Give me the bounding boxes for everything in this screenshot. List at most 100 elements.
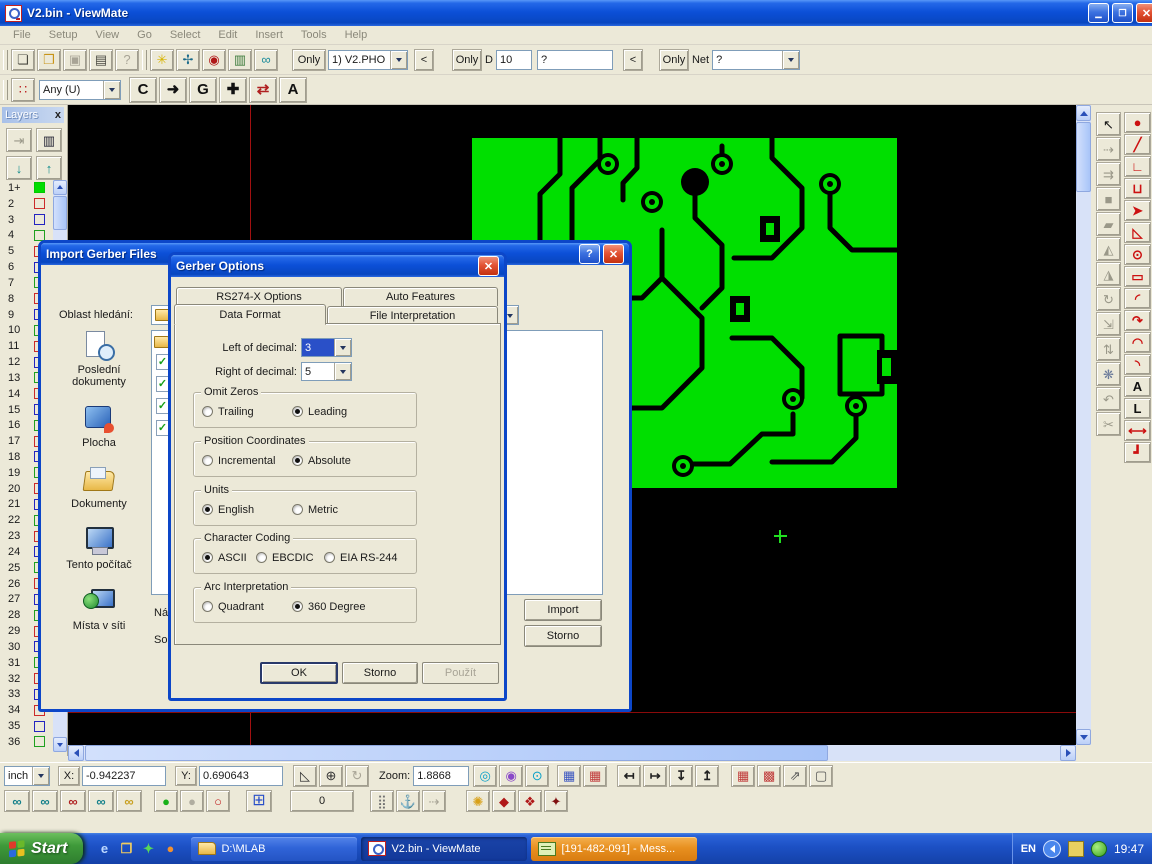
view-outline-icon[interactable]: ∞ — [88, 790, 114, 812]
place-computer[interactable]: Tento počítač — [53, 526, 145, 571]
task-explorer[interactable]: D:\MLAB — [191, 837, 357, 861]
menu-item[interactable]: Go — [128, 29, 161, 41]
chevron-down-icon[interactable] — [103, 81, 120, 99]
radio-trailing[interactable]: Trailing — [202, 405, 254, 418]
scroll-left-button[interactable] — [68, 745, 84, 761]
close-icon[interactable]: x — [55, 109, 61, 121]
radio-ascii[interactable]: ASCII — [202, 551, 247, 564]
net-only-button[interactable]: Only — [659, 49, 689, 71]
jump-ref-icon[interactable]: ⇢ — [422, 790, 446, 812]
storno-button[interactable]: Storno — [524, 625, 602, 647]
layer-row[interactable]: 36 — [2, 734, 52, 750]
radio-quadrant[interactable]: Quadrant — [202, 600, 264, 613]
layers-scroll-thumb[interactable] — [53, 196, 67, 230]
draw-target-tool[interactable]: ⊙ — [1124, 244, 1151, 265]
import-button[interactable]: Import — [524, 599, 602, 621]
dcode-swap-tool[interactable]: ⇄ — [249, 77, 277, 103]
storno-button[interactable]: Storno — [342, 662, 418, 684]
chevron-down-icon[interactable] — [782, 51, 799, 69]
angle-measure-icon[interactable]: ◺ — [293, 765, 317, 787]
select-dcode-button[interactable]: ∷ — [11, 78, 35, 102]
dcode-query-input[interactable]: ? — [537, 50, 613, 70]
draw-label-tool[interactable]: L — [1124, 398, 1151, 419]
tray-notes-icon[interactable] — [1068, 841, 1084, 857]
mirror-vertical-tool[interactable]: ◮ — [1096, 262, 1121, 286]
cut-path-tool[interactable]: ✂ — [1096, 412, 1121, 436]
radio-english[interactable]: English — [202, 503, 254, 516]
place-network[interactable]: Místa v síti — [53, 587, 145, 632]
draw-rect-tool[interactable]: ▭ — [1124, 266, 1151, 287]
toolbar-grip[interactable] — [3, 80, 8, 100]
dcode-only-button[interactable]: Only — [452, 49, 482, 71]
tab-auto-features[interactable]: Auto Features — [343, 287, 498, 306]
radio-incremental[interactable]: Incremental — [202, 454, 275, 467]
dcode-flash-tool[interactable]: ✚ — [219, 77, 247, 103]
settings-gear-tool[interactable]: ❋ — [1096, 362, 1121, 386]
radio-metric[interactable]: Metric — [292, 503, 338, 516]
net-combo[interactable]: ? — [712, 50, 800, 70]
scroll-up-button[interactable] — [1076, 105, 1091, 121]
dcode-g-tool[interactable]: G — [189, 77, 217, 103]
y-coordinate-input[interactable]: 0.690643 — [199, 766, 283, 786]
tab-data-format[interactable]: Data Format — [174, 304, 326, 325]
draw-arc-tool[interactable]: ◜ — [1124, 288, 1151, 309]
layer-row[interactable]: 2 — [2, 196, 52, 212]
units-combo[interactable]: inch — [4, 766, 50, 786]
layer-row[interactable]: 1+ — [2, 180, 52, 196]
dcode-c-tool[interactable]: C — [129, 77, 157, 103]
fill-rect-tool[interactable]: ▰ — [1096, 212, 1121, 236]
toolbar-grip[interactable] — [3, 50, 8, 70]
x-coordinate-input[interactable]: -0.942237 — [82, 766, 166, 786]
radio-absolute[interactable]: Absolute — [292, 454, 351, 467]
zoom-window-icon[interactable]: ⊙ — [525, 765, 549, 787]
rotate-tool[interactable]: ↻ — [1096, 287, 1121, 311]
pan-up-icon[interactable]: ↥ — [695, 765, 719, 787]
flash-mode-icon[interactable]: ✺ — [466, 790, 490, 812]
dcode-move-tool[interactable]: ➜ — [159, 77, 187, 103]
pan-spiral-icon[interactable]: ↻ — [345, 765, 369, 787]
chevron-down-icon[interactable] — [334, 339, 351, 356]
move-vertex-tool[interactable]: ⇢ — [1096, 137, 1121, 161]
menu-item[interactable]: Tools — [292, 29, 336, 41]
draw-corner2-tool[interactable]: ┛ — [1124, 442, 1151, 463]
mirror-horizontal-tool[interactable]: ◭ — [1096, 237, 1121, 261]
radio-360-degree[interactable]: 360 Degree — [292, 600, 366, 613]
place-desktop[interactable]: Plocha — [53, 404, 145, 449]
grid-dots-icon[interactable]: ⣿ — [370, 790, 394, 812]
toggle-grid-icon[interactable]: ▦ — [557, 765, 581, 787]
ie-icon[interactable]: e — [95, 840, 113, 858]
fill-square-tool[interactable]: ■ — [1096, 187, 1121, 211]
pan-right-icon[interactable]: ↦ — [643, 765, 667, 787]
draw-curve-tool[interactable]: ↷ — [1124, 310, 1151, 331]
examine-icon[interactable]: ∞ — [254, 49, 278, 71]
close-button[interactable]: ✕ — [478, 256, 499, 276]
select-tool[interactable]: ↖ — [1096, 112, 1121, 136]
save-icon[interactable]: ▣ — [63, 49, 87, 71]
chevron-down-icon[interactable] — [32, 767, 49, 785]
scroll-up-button[interactable] — [53, 180, 67, 195]
hscroll-thumb[interactable] — [85, 745, 828, 761]
print-icon[interactable]: ▤ — [89, 49, 113, 71]
aperture-mode-icon[interactable]: ✦ — [544, 790, 568, 812]
view-lines-icon[interactable]: ∞ — [32, 790, 58, 812]
draw-corner-tool[interactable]: ∟ — [1124, 156, 1151, 177]
dcode-text-tool[interactable]: A — [279, 77, 307, 103]
menu-item[interactable]: File — [4, 29, 40, 41]
menu-item[interactable]: Setup — [40, 29, 87, 41]
layer-film-button[interactable]: ▥ — [36, 128, 62, 152]
dcode-input[interactable]: 10 — [496, 50, 532, 70]
layer-down-button[interactable]: ↓ — [6, 156, 32, 180]
help-button[interactable]: ? — [579, 244, 600, 264]
draw-dimension-tool[interactable]: ⟷ — [1124, 420, 1151, 441]
move-element-tool[interactable]: ⇉ — [1096, 162, 1121, 186]
film-colors-icon[interactable]: ▥ — [228, 49, 252, 71]
draw-arc3-tool[interactable]: ◝ — [1124, 354, 1151, 375]
view-solid-icon[interactable]: ∞ — [60, 790, 86, 812]
place-recent[interactable]: Poslední dokumenty — [53, 331, 145, 388]
radio-ebcdic[interactable]: EBCDIC — [256, 551, 314, 564]
close-button[interactable]: ✕ — [1136, 3, 1152, 23]
close-button[interactable]: ✕ — [603, 244, 624, 264]
layer-row[interactable]: 35 — [2, 718, 52, 734]
zoom-grid-icon[interactable]: ◉ — [499, 765, 523, 787]
radio-eia-rs244[interactable]: EIA RS-244 — [324, 551, 397, 564]
